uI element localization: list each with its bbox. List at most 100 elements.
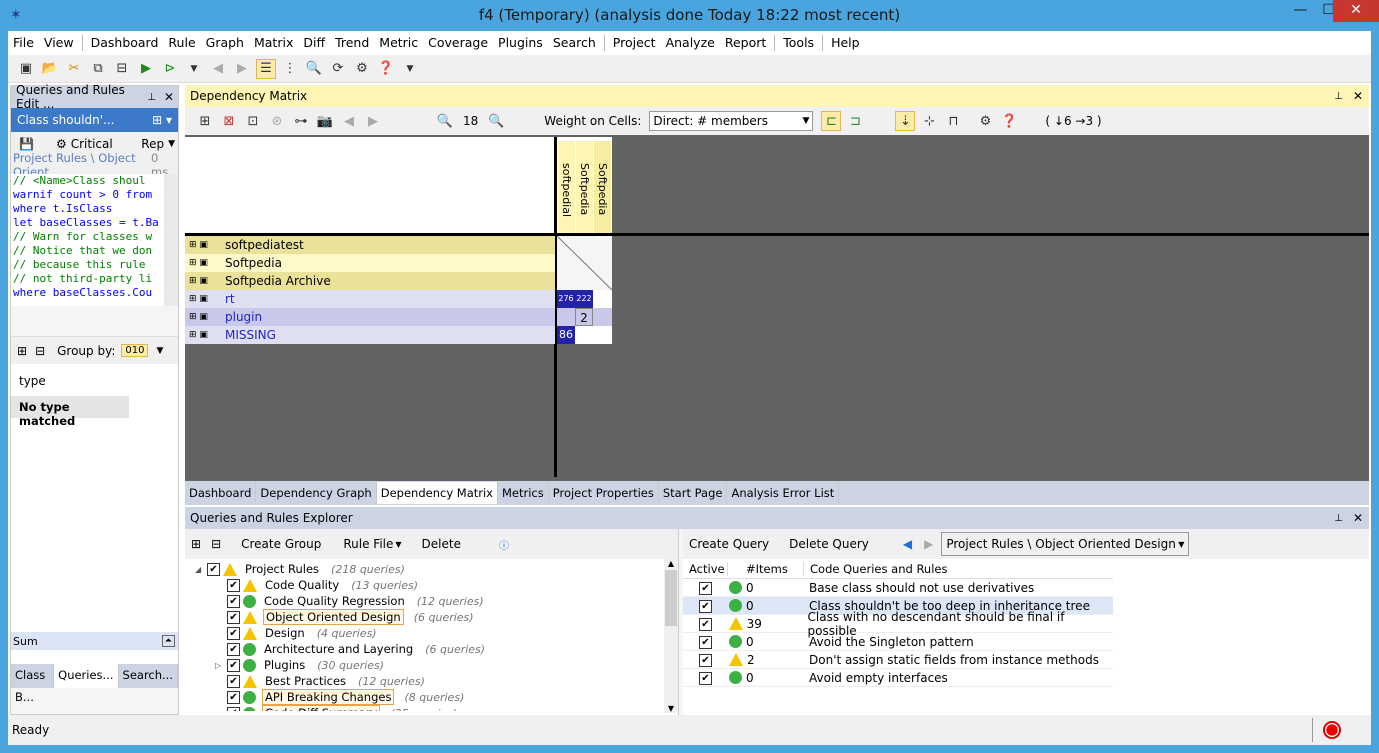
indirect-mode-icon[interactable]: ⊐ [845, 111, 865, 131]
zoom-in-icon[interactable]: 🔍 [435, 111, 455, 131]
column-header[interactable]: Softpedia [594, 141, 611, 234]
tree-item-label[interactable]: Best Practices [263, 674, 348, 688]
refresh-icon[interactable]: ⟳ [328, 59, 348, 79]
tab-metrics[interactable]: Metrics [498, 482, 549, 504]
tree-item[interactable]: ✔ Architecture and Layering (6 queries) [185, 641, 678, 657]
tab-dashboard[interactable]: Dashboard [185, 482, 257, 504]
collapse-up-icon[interactable]: ⏶ [161, 635, 175, 647]
tree-checkbox[interactable]: ✔ [227, 626, 240, 640]
menu-file[interactable]: File [8, 31, 39, 55]
row-header[interactable]: ⊞ ▣ Softpedia [185, 254, 555, 272]
tree-item[interactable]: ✔ API Breaking Changes (8 queries) [185, 689, 678, 705]
collapse-all-icon[interactable]: ⊟ [35, 344, 45, 358]
filter-icon[interactable]: ⊡ [243, 111, 263, 131]
weight-select[interactable]: Direct: # members ▼ [649, 111, 814, 131]
matrix-cell[interactable] [557, 308, 575, 326]
menu-analyze[interactable]: Analyze [661, 31, 720, 55]
tree-item-label[interactable]: Code Quality Regression [262, 594, 407, 608]
matrix-cell[interactable]: 276 [557, 290, 575, 308]
query-row[interactable]: ✔ 0 Avoid empty interfaces [683, 669, 1113, 687]
expand-arrow-icon[interactable]: ◢ [195, 565, 207, 574]
gear-icon[interactable]: ⚙ [352, 59, 372, 79]
active-checkbox[interactable]: ✔ [699, 636, 712, 649]
query-path-select[interactable]: Project Rules \ Object Oriented Design ▼ [941, 532, 1190, 556]
tab-start-page[interactable]: Start Page [659, 482, 728, 504]
help-icon[interactable]: ❓ [376, 59, 396, 79]
query-row[interactable]: ✔ 0 Base class should not use derivatives [683, 579, 1113, 597]
tree-item[interactable]: ✔ Best Practices (12 queries) [185, 673, 678, 689]
run-analysis-icon[interactable]: ▶ [136, 59, 156, 79]
tree-item[interactable]: ◢ ✔ Project Rules (218 queries) [185, 561, 678, 577]
menu-report[interactable]: Report [720, 31, 771, 55]
code-scrollbar[interactable] [164, 174, 178, 306]
tab-dependency-graph[interactable]: Dependency Graph [256, 482, 377, 504]
expand-arrow-icon[interactable]: ▷ [215, 661, 227, 670]
tree-icon[interactable]: ⊶ [291, 111, 311, 131]
tree-item-label[interactable]: Project Rules [243, 562, 321, 576]
row-header[interactable]: ⊞ ▣ plugin [185, 308, 555, 326]
active-checkbox[interactable]: ✔ [699, 582, 712, 595]
forward-icon[interactable]: ▶ [232, 59, 252, 79]
menu-plugins[interactable]: Plugins [493, 31, 548, 55]
tree-checkbox[interactable]: ✔ [227, 594, 240, 608]
row-header[interactable]: ⊞ ▣ softpediatest [185, 236, 555, 254]
info-icon[interactable]: ⓘ [499, 537, 509, 552]
query-name[interactable]: Base class should not use derivatives [803, 581, 1034, 595]
chevron-down-icon[interactable]: ▼ [395, 540, 401, 549]
help-icon[interactable]: ❓ [999, 111, 1019, 131]
column-header[interactable]: Softpedia [576, 141, 593, 234]
pin-icon[interactable]: ⊥ [1334, 91, 1343, 102]
report-dropdown[interactable]: Rep [141, 137, 164, 151]
chevron-down-icon[interactable]: ▼ [168, 139, 175, 149]
menu-project[interactable]: Project [608, 31, 661, 55]
save-icon[interactable]: 💾 [19, 137, 34, 151]
compare-icon[interactable]: ⊟ [112, 59, 132, 79]
query-name[interactable]: Avoid the Singleton pattern [803, 635, 974, 649]
tree-item-label[interactable]: Design [263, 626, 307, 640]
tab-queries[interactable]: Queries... [54, 664, 119, 688]
tree-checkbox[interactable]: ✔ [227, 690, 240, 704]
tree-item[interactable]: ✔ Code Quality Regression (12 queries) [185, 593, 678, 609]
menu-graph[interactable]: Graph [201, 31, 249, 55]
tree-item-label[interactable]: Architecture and Layering [262, 642, 415, 656]
remove-icon[interactable]: ⊠ [219, 111, 239, 131]
delete-button[interactable]: Delete [422, 537, 461, 551]
tree-item[interactable]: ✔ Design (4 queries) [185, 625, 678, 641]
ruler-icon[interactable]: ⊓ [943, 111, 963, 131]
row-header[interactable]: ⊞ ▣ MISSING [185, 326, 555, 344]
tab-class-browser[interactable]: Class B... [11, 664, 55, 704]
menu-coverage[interactable]: Coverage [423, 31, 493, 55]
back-icon[interactable]: ◀ [903, 537, 912, 551]
menu-metric[interactable]: Metric [374, 31, 423, 55]
matrix-cell[interactable] [593, 308, 612, 326]
add-query-icon[interactable]: ⊞ ▾ [152, 113, 172, 127]
query-row[interactable]: ✔ 39 Class with no descendant should be fi… [683, 610, 1113, 638]
tree-scrollbar[interactable]: ▲ ▼ [664, 559, 678, 713]
menu-tools[interactable]: Tools [778, 31, 819, 55]
expand-all-icon[interactable]: ⊞ [191, 537, 201, 551]
scrollbar-thumb[interactable] [665, 570, 677, 626]
record-icon[interactable] [1323, 721, 1341, 739]
query-name[interactable]: Avoid empty interfaces [803, 671, 948, 685]
row-header[interactable]: ⊞ ▣ rt [185, 290, 555, 308]
rule-file-button[interactable]: Rule File [343, 537, 393, 551]
close-panel-icon[interactable]: ✕ [164, 90, 174, 104]
query-name[interactable]: Class with no descendant should be final… [802, 610, 1113, 638]
tree-checkbox[interactable]: ✔ [207, 562, 220, 576]
menu-search[interactable]: Search [548, 31, 601, 55]
zoom-out-icon[interactable]: 🔍 [486, 111, 506, 131]
tree-item[interactable]: ▷ ✔ Plugins (30 queries) [185, 657, 678, 673]
matrix-cell[interactable]: 222 [575, 290, 593, 308]
tab-project-properties[interactable]: Project Properties [549, 482, 659, 504]
close-button[interactable]: ✕ [1333, 0, 1379, 22]
expand-all-icon[interactable]: ⊞ [17, 344, 27, 358]
open-project-icon[interactable]: 📂 [40, 59, 60, 79]
tree-item-label[interactable]: API Breaking Changes [262, 689, 395, 705]
column-header[interactable]: Code Queries and Rules [803, 561, 947, 576]
pin-icon[interactable]: ⊥ [1334, 513, 1343, 524]
active-checkbox[interactable]: ✔ [699, 654, 712, 667]
gear-icon[interactable]: ⚙ [975, 111, 995, 131]
back-icon[interactable]: ◀ [208, 59, 228, 79]
tab-search[interactable]: Search... [119, 664, 178, 688]
menu-matrix[interactable]: Matrix [249, 31, 298, 55]
